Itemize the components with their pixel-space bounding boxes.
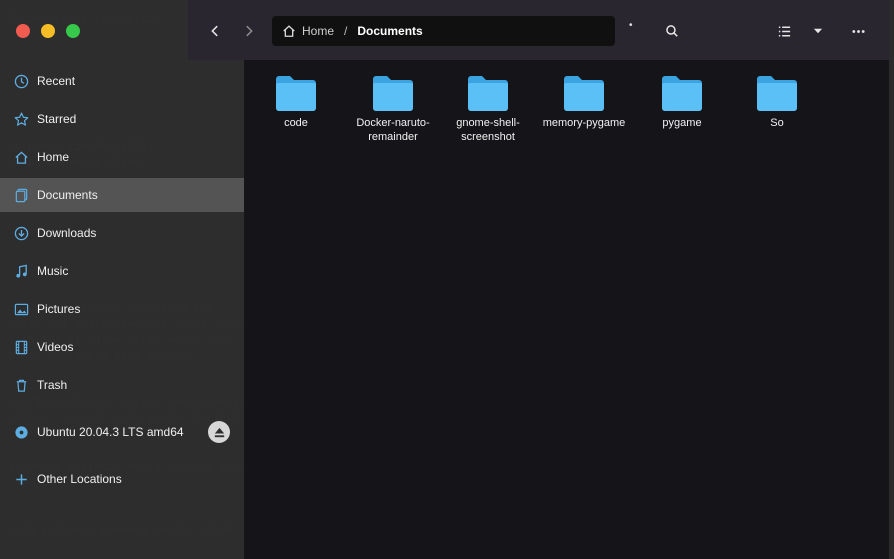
status-indicator: •	[629, 20, 633, 31]
sidebar-item-other-locations[interactable]: Other Locations	[0, 462, 244, 496]
list-view-icon	[778, 26, 790, 36]
sidebar-item-label: Downloads	[37, 226, 97, 240]
header-bar: Home / Documents •	[188, 0, 889, 60]
folder-icon	[564, 76, 604, 111]
search-button[interactable]	[659, 18, 685, 44]
folder-name: Docker-naruto-remainder	[356, 117, 430, 143]
sidebar-item-recent[interactable]: Recent	[0, 64, 244, 98]
sidebar-item-label: Home	[37, 150, 70, 164]
folder-item[interactable]: code	[251, 74, 341, 130]
chevron-down-icon	[813, 28, 823, 34]
trash-icon	[12, 376, 30, 394]
folder-name: memory-pygame	[542, 117, 626, 129]
minimize-window-button[interactable]	[41, 24, 55, 38]
sidebar-item-ubuntu-drive[interactable]: Ubuntu 20.04.3 LTS amd64	[0, 415, 244, 449]
picture-icon	[12, 300, 30, 318]
download-icon	[12, 224, 30, 242]
breadcrumb-separator: /	[344, 24, 348, 38]
search-icon	[666, 25, 678, 37]
window-controls	[16, 24, 80, 38]
clock-icon	[12, 72, 30, 90]
window-edge	[889, 0, 894, 559]
home-icon[interactable]	[282, 24, 296, 38]
sidebar-item-downloads[interactable]: Downloads	[0, 216, 244, 250]
sidebar-item-music[interactable]: Music	[0, 254, 244, 288]
eject-button[interactable]	[208, 421, 230, 443]
disc-icon	[12, 423, 30, 441]
sidebar-item-pictures[interactable]: Pictures	[0, 292, 244, 326]
more-options-icon	[851, 29, 865, 33]
sidebar-item-label: Other Locations	[37, 472, 122, 486]
folder-name: gnome-shell-screenshot	[456, 117, 520, 143]
sidebar-item-label: Pictures	[37, 302, 81, 316]
sidebar-item-documents[interactable]: Documents	[0, 178, 244, 212]
folder-icon	[468, 76, 508, 111]
sidebar-item-label: Starred	[37, 112, 77, 126]
sidebar-item-trash[interactable]: Trash	[0, 368, 244, 402]
folder-icon	[757, 76, 797, 111]
sidebar-item-label: Recent	[37, 74, 76, 88]
folder-item[interactable]: gnome-shell-screenshot	[443, 74, 533, 144]
chevron-right-icon	[246, 25, 253, 37]
folder-item[interactable]: pygame	[637, 74, 727, 130]
maximize-window-button[interactable]	[66, 24, 80, 38]
sidebar-item-home[interactable]: Home	[0, 140, 244, 174]
sidebar-item-label: Videos	[37, 340, 74, 354]
music-icon	[12, 262, 30, 280]
breadcrumb-home[interactable]: Home	[302, 24, 334, 38]
star-icon	[12, 110, 30, 128]
folder-item[interactable]: memory-pygame	[539, 74, 629, 130]
sidebar-item-label: Documents	[37, 188, 98, 202]
eject-icon	[214, 427, 224, 437]
folder-icon	[662, 76, 702, 111]
list-view-button[interactable]	[771, 18, 797, 44]
home-icon	[12, 148, 30, 166]
breadcrumb: Home / Documents	[272, 16, 615, 46]
folder-icon	[373, 76, 413, 111]
breadcrumb-current[interactable]: Documents	[357, 24, 422, 38]
sidebar-item-label: Ubuntu 20.04.3 LTS amd64	[37, 425, 184, 439]
file-grid: code Docker-naruto-remainder gnome-shell…	[244, 60, 889, 559]
folder-icon	[276, 76, 316, 111]
folder-item[interactable]: So	[732, 74, 822, 130]
folder-name: code	[284, 117, 308, 129]
sidebar: Recent Starred Home Documents Downloads …	[0, 0, 244, 559]
sidebar-item-label: Music	[37, 264, 69, 278]
plus-icon	[12, 470, 30, 488]
view-options-dropdown[interactable]	[805, 18, 831, 44]
sidebar-item-videos[interactable]: Videos	[0, 330, 244, 364]
sidebar-item-starred[interactable]: Starred	[0, 102, 244, 136]
back-button[interactable]	[203, 18, 227, 44]
menu-button[interactable]	[845, 18, 871, 44]
folder-name: So	[770, 117, 784, 129]
forward-button[interactable]	[237, 18, 261, 44]
video-icon	[12, 338, 30, 356]
chevron-left-icon	[211, 25, 218, 37]
folder-item[interactable]: Docker-naruto-remainder	[348, 74, 438, 144]
folder-name: pygame	[662, 117, 702, 129]
document-icon	[12, 186, 30, 204]
sidebar-item-label: Trash	[37, 378, 68, 392]
close-window-button[interactable]	[16, 24, 30, 38]
